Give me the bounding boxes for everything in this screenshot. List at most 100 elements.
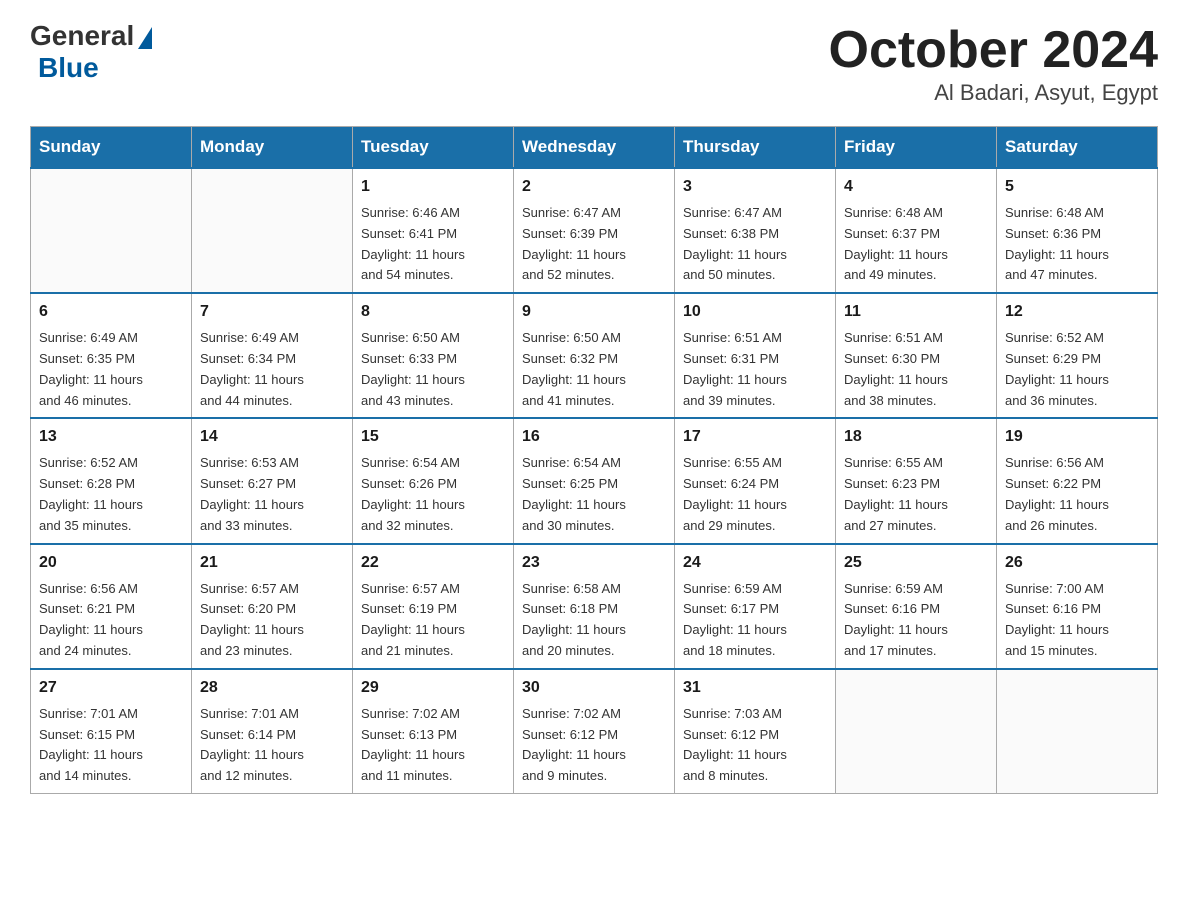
- day-info: Sunrise: 6:56 AMSunset: 6:21 PMDaylight:…: [39, 579, 183, 662]
- calendar-day-cell: 19Sunrise: 6:56 AMSunset: 6:22 PMDayligh…: [997, 418, 1158, 543]
- day-number: 8: [361, 300, 505, 324]
- day-number: 11: [844, 300, 988, 324]
- day-number: 1: [361, 175, 505, 199]
- day-number: 27: [39, 676, 183, 700]
- calendar-week-row: 6 Sunrise: 6:49 AMSunset: 6:35 PMDaylight…: [31, 293, 1158, 418]
- day-number: 28: [200, 676, 344, 700]
- logo-blue-text: Blue: [38, 52, 99, 83]
- day-of-week-header: Saturday: [997, 127, 1158, 169]
- day-info: Sunrise: 6:57 AMSunset: 6:20 PMDaylight:…: [200, 579, 344, 662]
- day-info: Sunrise: 6:58 AMSunset: 6:18 PMDaylight:…: [522, 579, 666, 662]
- calendar-day-cell: 17 Sunrise: 6:55 AMSunset: 6:24 PMDayligh…: [675, 418, 836, 543]
- calendar-day-cell: 7 Sunrise: 6:49 AMSunset: 6:34 PMDaylight…: [192, 293, 353, 418]
- calendar-day-cell: 9Sunrise: 6:50 AMSunset: 6:32 PMDaylight…: [514, 293, 675, 418]
- day-number: 21: [200, 551, 344, 575]
- day-info: Sunrise: 7:02 AMSunset: 6:12 PMDaylight:…: [522, 704, 666, 787]
- calendar-day-cell: 30 Sunrise: 7:02 AMSunset: 6:12 PMDayligh…: [514, 669, 675, 794]
- day-info: Sunrise: 7:01 AMSunset: 6:14 PMDaylight:…: [200, 704, 344, 787]
- location-title: Al Badari, Asyut, Egypt: [829, 80, 1159, 106]
- day-info: Sunrise: 6:49 AMSunset: 6:35 PMDaylight:…: [39, 328, 183, 411]
- day-number: 17: [683, 425, 827, 449]
- calendar-day-cell: 23 Sunrise: 6:58 AMSunset: 6:18 PMDayligh…: [514, 544, 675, 669]
- day-info: Sunrise: 6:59 AMSunset: 6:16 PMDaylight:…: [844, 579, 988, 662]
- day-number: 13: [39, 425, 183, 449]
- day-info: Sunrise: 6:50 AMSunset: 6:33 PMDaylight:…: [361, 328, 505, 411]
- day-number: 23: [522, 551, 666, 575]
- calendar-day-cell: 3Sunrise: 6:47 AMSunset: 6:38 PMDaylight…: [675, 168, 836, 293]
- day-of-week-header: Friday: [836, 127, 997, 169]
- calendar-day-cell: [836, 669, 997, 794]
- calendar-day-cell: 4Sunrise: 6:48 AMSunset: 6:37 PMDaylight…: [836, 168, 997, 293]
- calendar-week-row: 20 Sunrise: 6:56 AMSunset: 6:21 PMDayligh…: [31, 544, 1158, 669]
- calendar-day-cell: 8 Sunrise: 6:50 AMSunset: 6:33 PMDaylight…: [353, 293, 514, 418]
- calendar-day-cell: [997, 669, 1158, 794]
- calendar-week-row: 13 Sunrise: 6:52 AMSunset: 6:28 PMDayligh…: [31, 418, 1158, 543]
- calendar-day-cell: 16Sunrise: 6:54 AMSunset: 6:25 PMDayligh…: [514, 418, 675, 543]
- day-info: Sunrise: 7:02 AMSunset: 6:13 PMDaylight:…: [361, 704, 505, 787]
- day-number: 18: [844, 425, 988, 449]
- calendar-day-cell: 2Sunrise: 6:47 AMSunset: 6:39 PMDaylight…: [514, 168, 675, 293]
- day-info: Sunrise: 6:52 AMSunset: 6:29 PMDaylight:…: [1005, 328, 1149, 411]
- day-number: 10: [683, 300, 827, 324]
- calendar-week-row: 1 Sunrise: 6:46 AMSunset: 6:41 PMDaylight…: [31, 168, 1158, 293]
- logo: General Blue: [30, 20, 152, 84]
- day-info: Sunrise: 6:53 AMSunset: 6:27 PMDaylight:…: [200, 453, 344, 536]
- logo-general-text: General: [30, 20, 134, 52]
- day-number: 31: [683, 676, 827, 700]
- day-number: 29: [361, 676, 505, 700]
- calendar-header-row: SundayMondayTuesdayWednesdayThursdayFrid…: [31, 127, 1158, 169]
- day-number: 20: [39, 551, 183, 575]
- calendar-day-cell: 25Sunrise: 6:59 AMSunset: 6:16 PMDayligh…: [836, 544, 997, 669]
- calendar-day-cell: 27 Sunrise: 7:01 AMSunset: 6:15 PMDayligh…: [31, 669, 192, 794]
- day-info: Sunrise: 7:01 AMSunset: 6:15 PMDaylight:…: [39, 704, 183, 787]
- day-number: 19: [1005, 425, 1149, 449]
- day-info: Sunrise: 6:49 AMSunset: 6:34 PMDaylight:…: [200, 328, 344, 411]
- day-number: 12: [1005, 300, 1149, 324]
- day-number: 6: [39, 300, 183, 324]
- calendar-day-cell: 13 Sunrise: 6:52 AMSunset: 6:28 PMDayligh…: [31, 418, 192, 543]
- day-info: Sunrise: 6:47 AMSunset: 6:39 PMDaylight:…: [522, 203, 666, 286]
- calendar-day-cell: 5 Sunrise: 6:48 AMSunset: 6:36 PMDaylight…: [997, 168, 1158, 293]
- calendar-day-cell: [192, 168, 353, 293]
- day-of-week-header: Thursday: [675, 127, 836, 169]
- day-info: Sunrise: 6:46 AMSunset: 6:41 PMDaylight:…: [361, 203, 505, 286]
- logo-triangle-icon: [138, 27, 152, 49]
- day-of-week-header: Tuesday: [353, 127, 514, 169]
- calendar-day-cell: [31, 168, 192, 293]
- calendar-day-cell: 22Sunrise: 6:57 AMSunset: 6:19 PMDayligh…: [353, 544, 514, 669]
- day-info: Sunrise: 6:59 AMSunset: 6:17 PMDaylight:…: [683, 579, 827, 662]
- day-of-week-header: Sunday: [31, 127, 192, 169]
- day-number: 5: [1005, 175, 1149, 199]
- day-number: 24: [683, 551, 827, 575]
- calendar-day-cell: 31Sunrise: 7:03 AMSunset: 6:12 PMDayligh…: [675, 669, 836, 794]
- calendar-day-cell: 24 Sunrise: 6:59 AMSunset: 6:17 PMDayligh…: [675, 544, 836, 669]
- calendar-day-cell: 15 Sunrise: 6:54 AMSunset: 6:26 PMDayligh…: [353, 418, 514, 543]
- day-of-week-header: Monday: [192, 127, 353, 169]
- day-info: Sunrise: 6:55 AMSunset: 6:23 PMDaylight:…: [844, 453, 988, 536]
- month-title: October 2024: [829, 20, 1159, 80]
- title-block: October 2024 Al Badari, Asyut, Egypt: [829, 20, 1159, 106]
- day-info: Sunrise: 6:54 AMSunset: 6:25 PMDaylight:…: [522, 453, 666, 536]
- day-number: 7: [200, 300, 344, 324]
- day-info: Sunrise: 6:48 AMSunset: 6:36 PMDaylight:…: [1005, 203, 1149, 286]
- day-number: 15: [361, 425, 505, 449]
- day-info: Sunrise: 6:48 AMSunset: 6:37 PMDaylight:…: [844, 203, 988, 286]
- day-info: Sunrise: 6:54 AMSunset: 6:26 PMDaylight:…: [361, 453, 505, 536]
- day-info: Sunrise: 6:51 AMSunset: 6:30 PMDaylight:…: [844, 328, 988, 411]
- calendar-day-cell: 21 Sunrise: 6:57 AMSunset: 6:20 PMDayligh…: [192, 544, 353, 669]
- day-number: 22: [361, 551, 505, 575]
- day-number: 26: [1005, 551, 1149, 575]
- calendar-day-cell: 12 Sunrise: 6:52 AMSunset: 6:29 PMDayligh…: [997, 293, 1158, 418]
- day-info: Sunrise: 6:52 AMSunset: 6:28 PMDaylight:…: [39, 453, 183, 536]
- day-number: 3: [683, 175, 827, 199]
- calendar-day-cell: 20 Sunrise: 6:56 AMSunset: 6:21 PMDayligh…: [31, 544, 192, 669]
- day-number: 9: [522, 300, 666, 324]
- calendar-day-cell: 18 Sunrise: 6:55 AMSunset: 6:23 PMDayligh…: [836, 418, 997, 543]
- calendar-table: SundayMondayTuesdayWednesdayThursdayFrid…: [30, 126, 1158, 794]
- day-number: 30: [522, 676, 666, 700]
- day-info: Sunrise: 6:51 AMSunset: 6:31 PMDaylight:…: [683, 328, 827, 411]
- day-info: Sunrise: 7:00 AMSunset: 6:16 PMDaylight:…: [1005, 579, 1149, 662]
- day-info: Sunrise: 6:55 AMSunset: 6:24 PMDaylight:…: [683, 453, 827, 536]
- calendar-day-cell: 28 Sunrise: 7:01 AMSunset: 6:14 PMDayligh…: [192, 669, 353, 794]
- calendar-day-cell: 1 Sunrise: 6:46 AMSunset: 6:41 PMDaylight…: [353, 168, 514, 293]
